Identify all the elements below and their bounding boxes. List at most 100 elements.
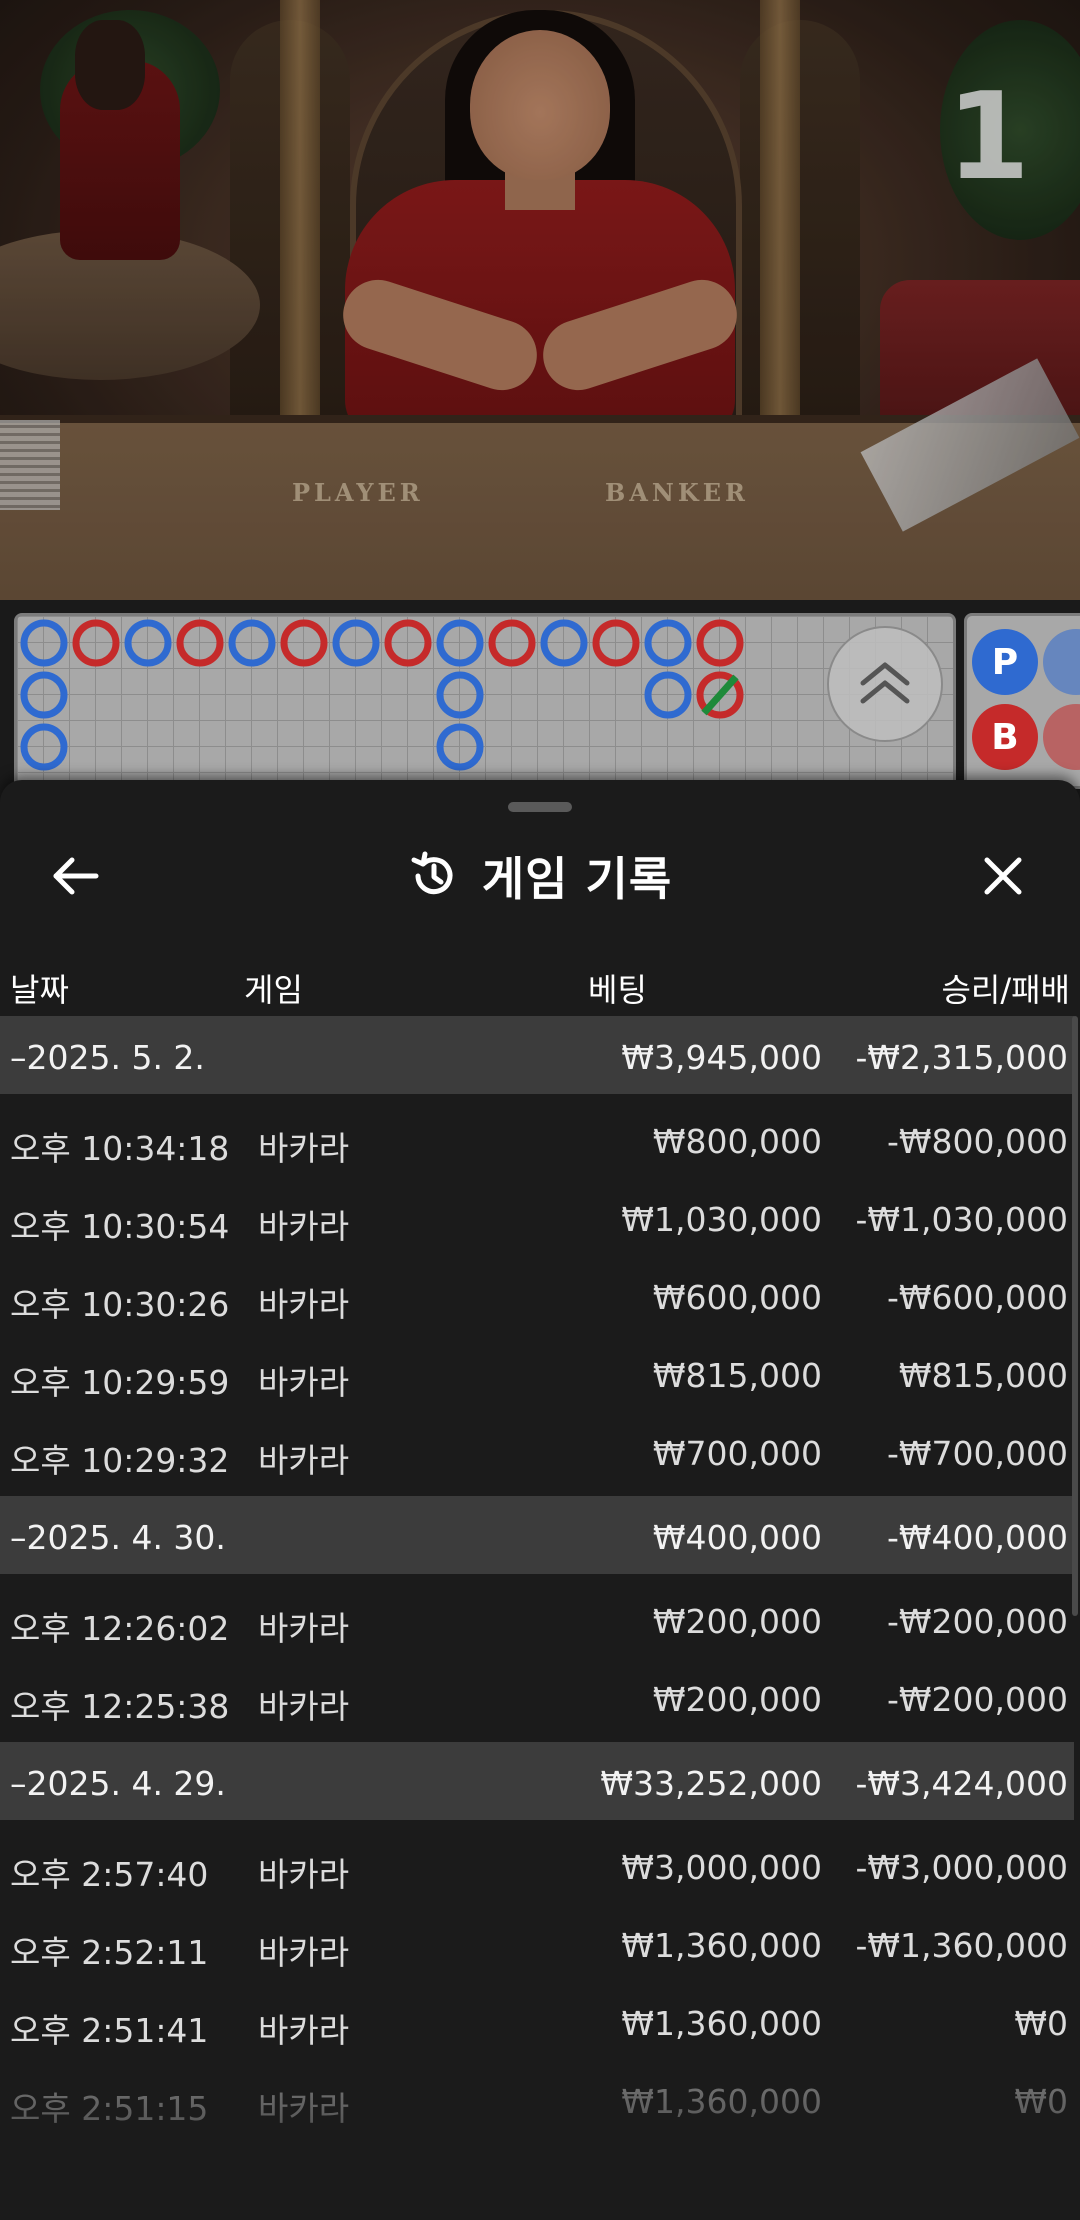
player-prediction[interactable]: P: [972, 629, 1038, 695]
history-row[interactable]: 오후 12:25:38 바카라 ₩200,000 -₩200,000: [0, 1658, 1074, 1736]
row-result: -₩200,000: [886, 1602, 1068, 1641]
row-bet: ₩700,000: [652, 1434, 822, 1473]
banker-bead: [72, 619, 120, 667]
banker-bead: [696, 619, 744, 667]
row-bet: ₩600,000: [652, 1278, 822, 1317]
row-game: 바카라: [258, 1129, 350, 1168]
scrollbar[interactable]: [1072, 1016, 1078, 1616]
player-bead: [436, 619, 484, 667]
banker-bead: [592, 619, 640, 667]
history-row[interactable]: 오후 2:52:11 바카라 ₩1,360,000 -₩1,360,000: [0, 1904, 1074, 1982]
row-result: ₩0: [1014, 2004, 1068, 2043]
drag-handle[interactable]: [508, 802, 572, 812]
player-bead: [20, 619, 68, 667]
group-date: –2025. 4. 30.: [10, 1518, 226, 1557]
sheet-title: 게임 기록: [481, 852, 673, 906]
row-game: 바카라: [258, 1363, 350, 1402]
history-list[interactable]: –2025. 5. 2. ₩3,945,000 -₩2,315,000 오후 10:3…: [0, 1016, 1074, 2220]
player-bead: [540, 619, 588, 667]
row-time: 오후 10:29:32: [10, 1441, 230, 1480]
group-date: –2025. 5. 2.: [10, 1038, 205, 1077]
row-time: 오후 10:34:18: [10, 1129, 230, 1168]
row-time: 오후 10:30:26: [10, 1285, 230, 1324]
row-time: 오후 2:51:41: [10, 2011, 209, 2050]
group-result-total: -₩2,315,000: [855, 1038, 1069, 1077]
row-result: -₩3,000,000: [855, 1848, 1069, 1887]
row-time: 오후 10:30:54: [10, 1207, 230, 1246]
history-row[interactable]: 오후 10:29:32 바카라 ₩700,000 -₩700,000: [0, 1412, 1074, 1490]
collapse-button[interactable]: [827, 626, 943, 742]
group-bet-total: ₩33,252,000: [600, 1764, 822, 1803]
row-time: 오후 2:57:40: [10, 1855, 209, 1894]
player-bead: [644, 619, 692, 667]
banker-bead: [176, 619, 224, 667]
player-bead: [436, 671, 484, 719]
row-time: 오후 10:29:59: [10, 1363, 230, 1402]
player-bead: [332, 619, 380, 667]
double-chevron-up-icon: [860, 662, 910, 704]
list-fade: [0, 2080, 1080, 2220]
row-result: -₩200,000: [886, 1680, 1068, 1719]
row-time: 오후 2:52:11: [10, 1933, 209, 1972]
player-bead: [20, 723, 68, 771]
group-result-total: -₩400,000: [886, 1518, 1068, 1557]
close-button[interactable]: [968, 846, 1038, 906]
row-bet: ₩200,000: [652, 1680, 822, 1719]
row-bet: ₩1,360,000: [621, 2004, 822, 2043]
row-time: 오후 12:25:38: [10, 1687, 230, 1726]
banker-bead: [280, 619, 328, 667]
history-row[interactable]: 오후 10:34:18 바카라 ₩800,000 -₩800,000: [0, 1100, 1074, 1178]
date-group-header[interactable]: –2025. 5. 2. ₩3,945,000 -₩2,315,000: [0, 1016, 1074, 1094]
group-bet-total: ₩3,945,000: [621, 1038, 822, 1077]
row-time: 오후 12:26:02: [10, 1609, 230, 1648]
row-result: ₩815,000: [898, 1356, 1068, 1395]
column-headers: 날짜 게임 베팅 승리/패배: [0, 955, 1080, 1015]
banker-prediction[interactable]: B: [972, 704, 1038, 770]
bead-road-board[interactable]: [14, 613, 956, 789]
history-row[interactable]: 오후 2:51:41 바카라 ₩1,360,000 ₩0: [0, 1982, 1074, 2060]
row-game: 바카라: [258, 1207, 350, 1246]
prediction-board[interactable]: P B: [964, 613, 1080, 789]
sheet-header: 게임 기록: [0, 820, 1080, 930]
date-group-header[interactable]: –2025. 4. 29. ₩33,252,000 -₩3,424,000: [0, 1742, 1074, 1820]
history-icon: [411, 851, 453, 895]
group-date: –2025. 4. 29.: [10, 1764, 226, 1803]
round-number: 1: [946, 68, 1031, 207]
live-dealer-video: PLAYER BANKER 1: [0, 0, 1080, 600]
row-game: 바카라: [258, 2011, 350, 2050]
date-group-header[interactable]: –2025. 4. 30. ₩400,000 -₩400,000: [0, 1496, 1074, 1574]
row-result: -₩1,360,000: [855, 1926, 1069, 1965]
banker-bead: [384, 619, 432, 667]
player-bead: [20, 671, 68, 719]
game-history-sheet: 게임 기록 날짜 게임 베팅 승리/패배 –2025. 5. 2. ₩3,945,…: [0, 780, 1080, 2220]
player-bead: [436, 723, 484, 771]
sheet-title-group: 게임 기록: [0, 846, 1080, 906]
history-row[interactable]: 오후 10:30:26 바카라 ₩600,000 -₩600,000: [0, 1256, 1074, 1334]
row-bet: ₩815,000: [652, 1356, 822, 1395]
history-row[interactable]: 오후 10:30:54 바카라 ₩1,030,000 -₩1,030,000: [0, 1178, 1074, 1256]
history-row[interactable]: 오후 12:26:02 바카라 ₩200,000 -₩200,000: [0, 1580, 1074, 1658]
banker-prediction-ghost: [1043, 704, 1080, 770]
row-result: -₩800,000: [886, 1122, 1068, 1161]
road-marks: [20, 619, 744, 771]
row-bet: ₩1,360,000: [621, 1926, 822, 1965]
row-result: -₩1,030,000: [855, 1200, 1069, 1239]
player-bead: [124, 619, 172, 667]
player-bead: [228, 619, 276, 667]
player-bead: [644, 671, 692, 719]
row-game: 바카라: [258, 1285, 350, 1324]
row-game: 바카라: [258, 1609, 350, 1648]
banker-bead: [488, 619, 536, 667]
history-row[interactable]: 오후 2:57:40 바카라 ₩3,000,000 -₩3,000,000: [0, 1826, 1074, 1904]
row-bet: ₩1,030,000: [621, 1200, 822, 1239]
group-result-total: -₩3,424,000: [855, 1764, 1069, 1803]
close-icon: [984, 857, 1022, 895]
row-game: 바카라: [258, 1441, 350, 1480]
row-game: 바카라: [258, 1855, 350, 1894]
column-header-game: 게임: [244, 971, 303, 1009]
column-header-bet: 베팅: [588, 971, 647, 1009]
row-bet: ₩800,000: [652, 1122, 822, 1161]
history-row[interactable]: 오후 10:29:59 바카라 ₩815,000 ₩815,000: [0, 1334, 1074, 1412]
row-bet: ₩3,000,000: [621, 1848, 822, 1887]
group-bet-total: ₩400,000: [652, 1518, 822, 1557]
